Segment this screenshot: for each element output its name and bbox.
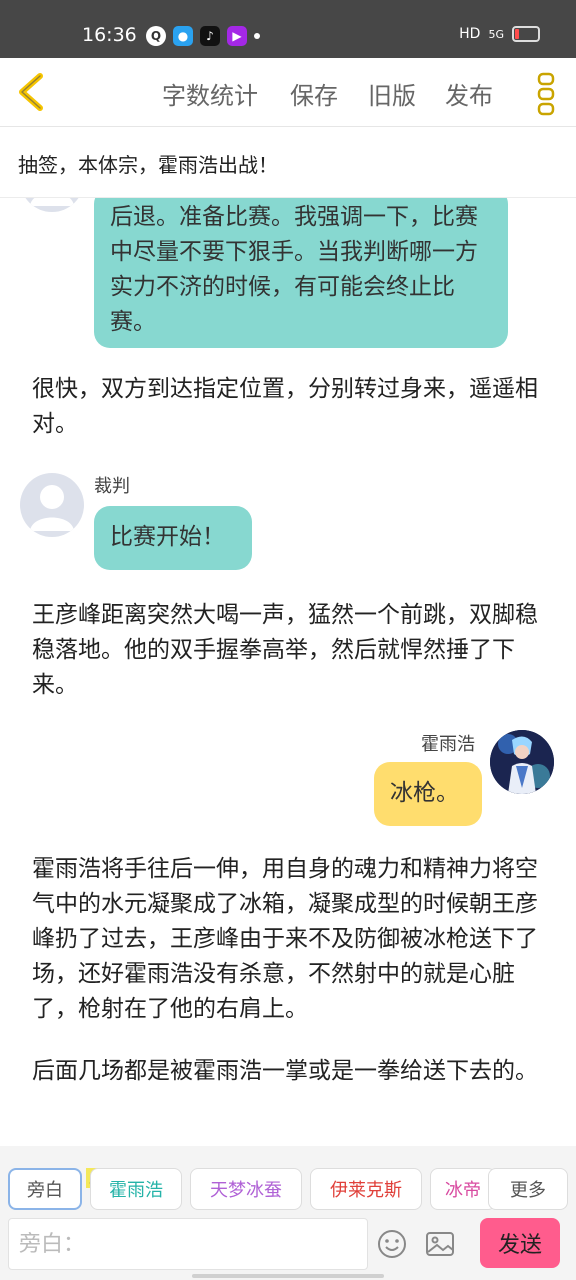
message-input[interactable] bbox=[9, 1219, 367, 1269]
default-user-icon bbox=[30, 198, 74, 206]
referee-message-bubble[interactable]: 后退。准备比赛。我强调一下，比赛中尽量不要下狠手。当我判断哪一方实力不济的时候，… bbox=[94, 198, 508, 348]
more-roles-button[interactable]: 更多 bbox=[488, 1168, 568, 1210]
role-chip-narrator[interactable]: 旁白 bbox=[8, 1168, 82, 1210]
referee-avatar[interactable] bbox=[20, 198, 84, 212]
more-notifications-icon bbox=[254, 33, 260, 39]
role-chip-tianmeng[interactable]: 天梦冰蚕 bbox=[190, 1168, 302, 1210]
default-user-icon bbox=[30, 485, 74, 531]
emoji-button[interactable] bbox=[376, 1228, 408, 1260]
douyin-icon: ♪ bbox=[200, 26, 220, 46]
status-indicators: HD 5G bbox=[459, 26, 540, 42]
app-circle-icon: ● bbox=[173, 26, 193, 46]
notification-icons: Q ● ♪ ▶ bbox=[146, 26, 260, 46]
huo-message-bubble[interactable]: 冰枪。 bbox=[374, 762, 482, 826]
image-icon bbox=[426, 1232, 454, 1256]
role-chip-bingdi[interactable]: 冰帝 bbox=[430, 1168, 496, 1210]
speaker-name: 裁判 bbox=[94, 476, 130, 497]
character-avatar-icon bbox=[490, 730, 554, 794]
narration-paragraph[interactable]: 王彦峰距离突然大喝一声，猛然一个前跳，双脚稳稳落地。他的双手握拳高举，然后就悍然… bbox=[32, 598, 552, 703]
huo-yuhao-avatar[interactable] bbox=[490, 730, 554, 794]
battery-icon bbox=[512, 26, 540, 42]
status-bar: 16:36 Q ● ♪ ▶ HD 5G bbox=[0, 0, 576, 58]
chapter-title: 抽签，本体宗，霍雨浩出战！ bbox=[18, 153, 278, 177]
story-content[interactable]: 后退。准备比赛。我强调一下，比赛中尽量不要下狠手。当我判断哪一方实力不济的时候，… bbox=[0, 198, 576, 1146]
network-hd-label: HD bbox=[459, 26, 481, 42]
role-chip-huo-yuhao[interactable]: 霍雨浩 bbox=[90, 1168, 182, 1210]
emoji-icon bbox=[378, 1230, 406, 1258]
referee-message-bubble[interactable]: 比赛开始！ bbox=[94, 506, 252, 570]
more-menu-button[interactable] bbox=[536, 72, 556, 116]
chapter-title-bar[interactable]: 抽签，本体宗，霍雨浩出战！ bbox=[0, 127, 576, 198]
narration-paragraph[interactable]: 很快，双方到达指定位置，分别转过身来，遥遥相对。 bbox=[32, 372, 552, 442]
signal-5g-icon: 5G bbox=[488, 27, 504, 41]
old-version-button[interactable]: 旧版 bbox=[368, 76, 416, 111]
chevron-left-icon bbox=[19, 73, 43, 111]
status-time: 16:36 bbox=[82, 24, 137, 46]
save-button[interactable]: 保存 bbox=[290, 76, 338, 111]
referee-avatar[interactable] bbox=[20, 473, 84, 537]
qq-browser-icon: Q bbox=[146, 26, 166, 46]
editor-toolbar: 字数统计 保存 旧版 发布 bbox=[0, 58, 576, 127]
vertical-dots-icon bbox=[537, 72, 555, 116]
speaker-name: 霍雨浩 bbox=[421, 734, 475, 755]
publish-button[interactable]: 发布 bbox=[445, 76, 493, 111]
image-button[interactable] bbox=[424, 1228, 456, 1260]
role-chip-elikes[interactable]: 伊莱克斯 bbox=[310, 1168, 422, 1210]
back-button[interactable] bbox=[14, 70, 54, 114]
word-count-button[interactable]: 字数统计 bbox=[162, 76, 258, 111]
home-indicator[interactable] bbox=[192, 1274, 384, 1278]
message-input-box[interactable] bbox=[8, 1218, 368, 1270]
video-app-icon: ▶ bbox=[227, 26, 247, 46]
send-button[interactable]: 发送 bbox=[480, 1218, 560, 1268]
composer-bar: 旁白 主 霍雨浩 天梦冰蚕 伊莱克斯 冰帝 更多 发送 bbox=[0, 1146, 576, 1280]
narration-paragraph[interactable]: 后面几场都是被霍雨浩一掌或是一拳给送下去的。 bbox=[32, 1054, 552, 1089]
narration-paragraph[interactable]: 霍雨浩将手往后一伸，用自身的魂力和精神力将空气中的水元凝聚成了冰箱，凝聚成型的时… bbox=[32, 852, 552, 1027]
